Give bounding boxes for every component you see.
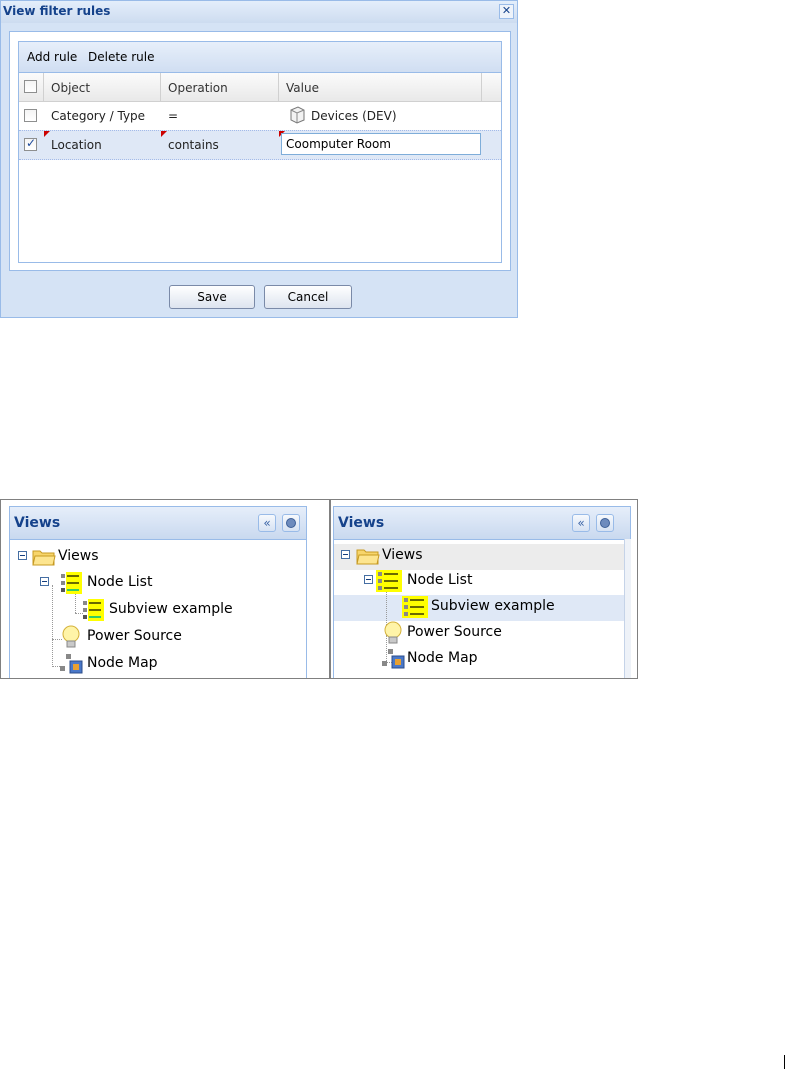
- settings-icon[interactable]: [282, 514, 300, 532]
- cancel-button[interactable]: Cancel: [264, 285, 352, 309]
- column-header-object: Object: [51, 81, 91, 95]
- column-header-value: Value: [286, 81, 319, 95]
- node-list-icon: [376, 570, 402, 592]
- row-checkbox[interactable]: [24, 136, 37, 151]
- row-object: Category / Type: [51, 109, 146, 123]
- scrollbar[interactable]: [624, 539, 631, 678]
- tree-node-node-map[interactable]: Node Map: [10, 652, 306, 678]
- node-list-icon: [61, 572, 82, 594]
- views-screenshot-frame: Views « Views Node List Subview example …: [0, 499, 638, 679]
- tree-label: Node List: [407, 572, 473, 588]
- subview-icon: [402, 596, 428, 618]
- table-row[interactable]: Location contains: [19, 130, 501, 160]
- tree-label: Views: [58, 548, 99, 564]
- grid-header: Object Operation Value: [19, 73, 501, 102]
- tree-node-power-source[interactable]: Power Source: [334, 621, 624, 647]
- column-header-operation: Operation: [168, 81, 228, 95]
- row-value: Devices (DEV): [311, 109, 397, 123]
- delete-rule-button[interactable]: Delete rule: [88, 50, 155, 64]
- value-input[interactable]: [281, 133, 481, 155]
- panel-separator: [329, 500, 331, 678]
- dialog-header[interactable]: View filter rules ✕: [1, 1, 517, 23]
- tree-node-subview[interactable]: Subview example: [334, 595, 624, 621]
- lightbulb-icon: [384, 621, 402, 644]
- device-box-icon: [290, 106, 305, 124]
- header-operation-col[interactable]: Operation: [161, 73, 279, 101]
- select-all-checkbox[interactable]: [24, 80, 37, 93]
- tree-label: Subview example: [431, 598, 555, 614]
- dirty-marker: [161, 131, 167, 137]
- tree-node-node-list[interactable]: Node List: [334, 569, 624, 595]
- header-checkbox-col: [19, 73, 44, 101]
- tree-label: Node Map: [87, 655, 158, 671]
- dialog-title: View filter rules: [3, 4, 111, 18]
- views-panel-title: Views: [338, 515, 385, 531]
- row-object: Location: [51, 138, 102, 152]
- views-panel-left: Views « Views Node List Subview example …: [9, 506, 307, 678]
- close-icon[interactable]: ✕: [499, 4, 514, 19]
- collapse-node-icon[interactable]: [364, 575, 373, 584]
- collapse-node-icon[interactable]: [40, 577, 49, 586]
- node-map-icon: [382, 649, 405, 669]
- view-filter-rules-dialog: View filter rules ✕ Add rule Delete rule…: [0, 0, 518, 318]
- collapse-node-icon[interactable]: [18, 551, 27, 560]
- tree-node-views[interactable]: Views: [334, 544, 624, 570]
- tree-label: Node Map: [407, 650, 478, 666]
- tree-node-views[interactable]: Views: [10, 545, 306, 571]
- views-panel-header: Views «: [334, 507, 630, 540]
- rules-panel: Add rule Delete rule Object Operation Va…: [18, 41, 502, 263]
- tree-label: Views: [382, 547, 423, 563]
- views-panel-title: Views: [14, 515, 61, 531]
- subview-icon: [83, 599, 104, 621]
- folder-icon: [356, 549, 380, 565]
- collapse-icon[interactable]: «: [258, 514, 276, 532]
- views-panel-right: Views « Views Node List Subview example …: [333, 506, 631, 678]
- views-panel-header: Views «: [10, 507, 306, 540]
- folder-icon: [32, 550, 56, 566]
- lightbulb-icon: [62, 625, 80, 648]
- dialog-body: Add rule Delete rule Object Operation Va…: [9, 31, 511, 271]
- add-rule-button[interactable]: Add rule: [27, 50, 77, 64]
- collapse-icon[interactable]: «: [572, 514, 590, 532]
- table-row[interactable]: Category / Type = Devices (DEV): [19, 102, 501, 131]
- tree-node-node-map[interactable]: Node Map: [334, 647, 624, 673]
- row-operation: contains: [168, 138, 219, 152]
- settings-icon[interactable]: [596, 514, 614, 532]
- tree-node-subview[interactable]: Subview example: [10, 598, 306, 624]
- save-button[interactable]: Save: [169, 285, 255, 309]
- tree-label: Power Source: [87, 628, 182, 644]
- tree-label: Power Source: [407, 624, 502, 640]
- tree-node-power-source[interactable]: Power Source: [10, 625, 306, 651]
- header-object-col[interactable]: Object: [44, 73, 161, 101]
- header-value-col[interactable]: Value: [279, 73, 482, 101]
- tree-label: Subview example: [109, 601, 233, 617]
- row-operation: =: [168, 109, 179, 123]
- dirty-marker: [44, 131, 50, 137]
- node-map-icon: [60, 654, 83, 674]
- tree-label: Node List: [87, 574, 153, 590]
- rules-toolbar: Add rule Delete rule: [19, 42, 501, 73]
- tree-node-node-list[interactable]: Node List: [10, 571, 306, 597]
- collapse-node-icon[interactable]: [341, 550, 350, 559]
- row-checkbox[interactable]: [24, 109, 37, 122]
